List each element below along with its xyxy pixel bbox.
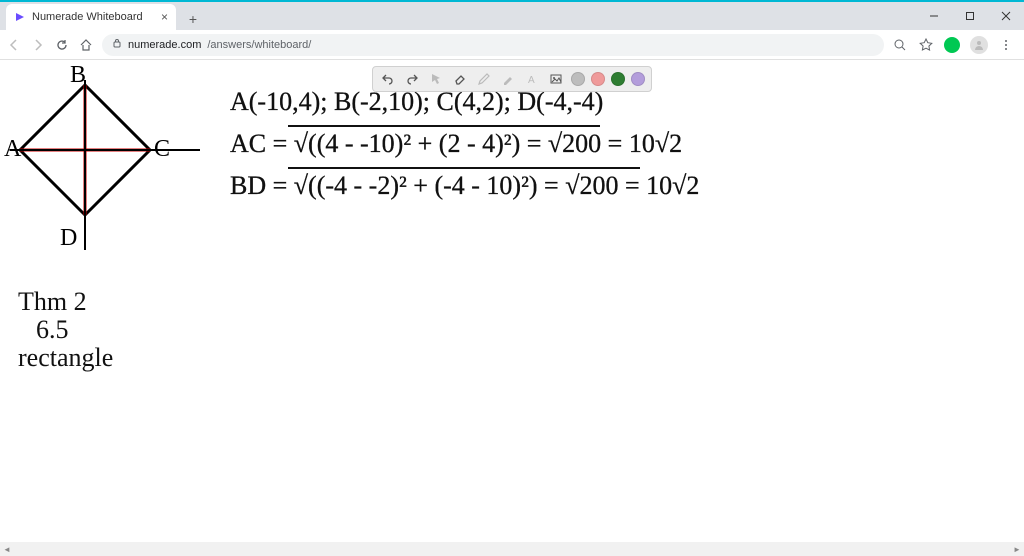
favicon-icon — [14, 11, 26, 23]
redo-button[interactable] — [403, 70, 421, 88]
label-c: C — [154, 136, 170, 162]
maximize-button[interactable] — [952, 2, 988, 30]
scroll-left-icon[interactable]: ◄ — [0, 542, 14, 556]
browser-titlebar: Numerade Whiteboard × + — [0, 2, 1024, 30]
ac-line: AC = √((4 - -10)² + (2 - 4)²) = √200 = 1… — [230, 129, 682, 158]
minimize-button[interactable] — [916, 2, 952, 30]
whiteboard-toolbar: A — [372, 66, 652, 92]
reload-button[interactable] — [54, 37, 70, 53]
new-tab-button[interactable]: + — [182, 8, 204, 30]
highlighter-tool[interactable] — [499, 70, 517, 88]
cursor-tool[interactable] — [427, 70, 445, 88]
color-green[interactable] — [611, 72, 625, 86]
color-purple[interactable] — [631, 72, 645, 86]
window-controls — [916, 2, 1024, 30]
pen-tool[interactable] — [475, 70, 493, 88]
menu-icon[interactable] — [998, 37, 1014, 53]
label-a: A — [4, 136, 22, 162]
url-path: /answers/whiteboard/ — [207, 39, 311, 51]
svg-text:A: A — [528, 75, 535, 86]
theorem-note: Thm 2 6.5 rectangle — [18, 287, 113, 372]
image-tool[interactable] — [547, 70, 565, 88]
svg-text:rectangle: rectangle — [18, 343, 113, 372]
color-pink[interactable] — [591, 72, 605, 86]
close-window-button[interactable] — [988, 2, 1024, 30]
eraser-tool[interactable] — [451, 70, 469, 88]
rhombus-diagram: A B C D — [4, 62, 200, 251]
label-d: D — [60, 225, 77, 251]
bd-line: BD = √((-4 - -2)² + (-4 - 10)²) = √200 =… — [230, 171, 699, 200]
star-icon[interactable] — [918, 37, 934, 53]
whiteboard-canvas[interactable]: A(-10,4); B(-2,10); C(4,2); D(-4,-4) AC … — [0, 60, 1024, 542]
home-button[interactable] — [78, 37, 94, 53]
close-tab-icon[interactable]: × — [161, 10, 168, 24]
extension-badge-icon[interactable] — [944, 37, 960, 53]
search-icon[interactable] — [892, 37, 908, 53]
browser-tab[interactable]: Numerade Whiteboard × — [6, 4, 176, 30]
back-button[interactable] — [6, 37, 22, 53]
horizontal-scrollbar[interactable]: ◄ ► — [0, 542, 1024, 556]
undo-button[interactable] — [379, 70, 397, 88]
lock-icon — [112, 38, 122, 51]
url-domain: numerade.com — [128, 39, 201, 51]
svg-text:Thm 2: Thm 2 — [18, 287, 87, 316]
text-tool[interactable]: A — [523, 70, 541, 88]
address-bar: numerade.com/answers/whiteboard/ — [0, 30, 1024, 60]
scroll-right-icon[interactable]: ► — [1010, 542, 1024, 556]
label-b: B — [70, 62, 86, 88]
svg-text:6.5: 6.5 — [36, 315, 69, 344]
profile-avatar[interactable] — [970, 36, 988, 54]
url-input[interactable]: numerade.com/answers/whiteboard/ — [102, 34, 884, 56]
color-grey[interactable] — [571, 72, 585, 86]
forward-button[interactable] — [30, 37, 46, 53]
tab-title: Numerade Whiteboard — [32, 11, 155, 23]
